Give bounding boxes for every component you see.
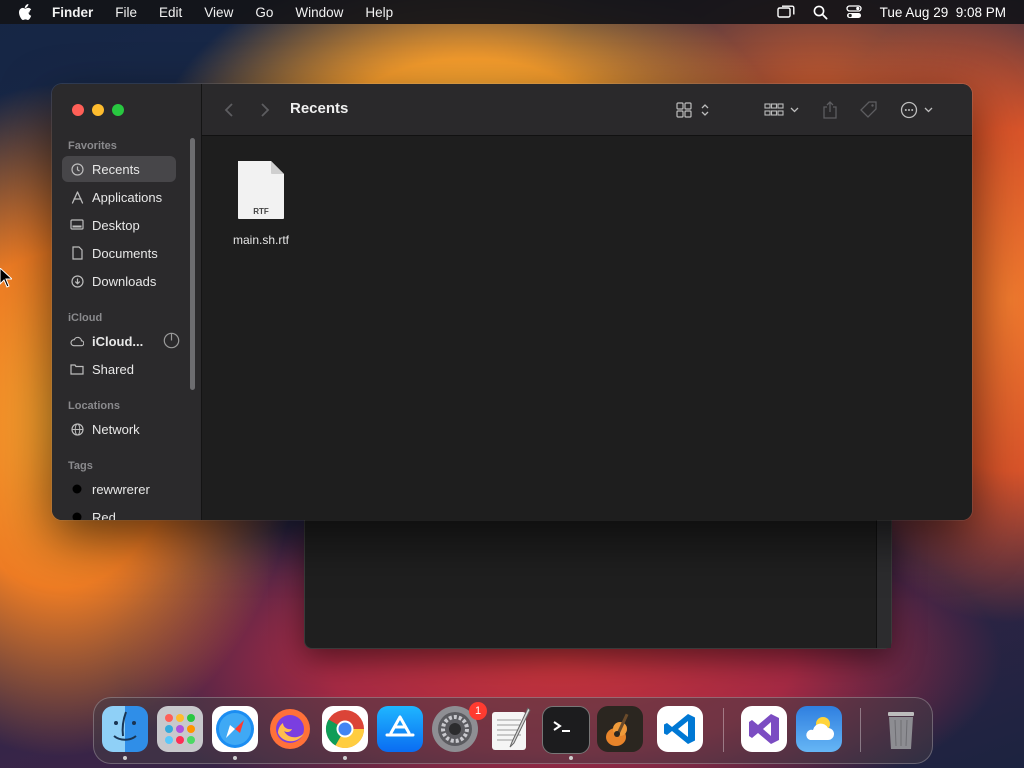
finder-sidebar: Favorites Recents Applications Desktop D… [52,84,202,520]
trash-icon[interactable] [878,706,924,752]
clock-icon [70,162,84,176]
spotlight-search-icon[interactable] [813,5,828,20]
menu-clock[interactable]: Tue Aug 29 9:08 PM [880,5,1006,20]
menu-app-name[interactable]: Finder [52,5,93,20]
file-item[interactable]: RTF main.sh.rtf [228,160,294,247]
firefox-icon[interactable] [267,706,313,752]
running-indicator [343,756,347,760]
tag-dot-icon [70,510,84,520]
sidebar-item-recents[interactable]: Recents [62,156,176,182]
sidebar-item-label: Desktop [92,217,140,233]
rtf-document-icon: RTF [238,161,284,219]
sidebar-item-documents[interactable]: Documents [62,240,176,266]
window-title: Recents [290,100,349,117]
sidebar-item-desktop[interactable]: Desktop [62,212,176,238]
mouse-pointer-icon [0,267,14,293]
locations-section-label: Locations [68,400,120,412]
running-indicator [233,756,237,760]
group-by-icon[interactable] [764,99,800,121]
dock-separator [860,708,861,752]
globe-icon [70,422,84,436]
sidebar-item-label: rewwrerer [92,481,150,497]
menu-help[interactable]: Help [365,5,393,20]
sidebar-item-applications[interactable]: Applications [62,184,176,210]
tags-section-label: Tags [68,460,93,472]
running-indicator [123,756,127,760]
zoom-button[interactable] [112,104,124,116]
control-center-icon[interactable] [846,5,862,19]
visual-studio-icon[interactable] [741,706,787,752]
safari-icon[interactable] [212,706,258,752]
finder-window: Favorites Recents Applications Desktop D… [52,84,972,520]
favorites-section-label: Favorites [68,140,117,152]
chrome-icon[interactable] [322,706,368,752]
tag-icon[interactable] [860,99,878,121]
download-icon [70,274,84,288]
desktop-icon [70,218,84,232]
menu-go[interactable]: Go [255,5,273,20]
sidebar-item-network[interactable]: Network [62,416,176,442]
finder-toolbar: Recents [202,84,972,136]
sidebar-item-icloud-drive[interactable]: iCloud... [62,328,180,354]
background-window-scrollbar [876,518,891,648]
document-icon [70,246,84,260]
sidebar-item-label: Network [92,421,140,437]
sidebar-item-shared[interactable]: Shared [62,356,176,382]
vscode-icon[interactable] [657,706,703,752]
svg-text:RTF: RTF [253,207,269,216]
sidebar-item-label: iCloud... [92,333,144,349]
background-window[interactable] [304,518,892,649]
menu-window[interactable]: Window [295,5,343,20]
minimize-button[interactable] [92,104,104,116]
cloud-icon [70,334,84,348]
sidebar-item-label: Red [92,509,116,521]
tag-dot-icon [70,482,84,496]
menu-view[interactable]: View [204,5,233,20]
window-controls [72,104,124,116]
menu-bar: Finder File Edit View Go Window Help Tue… [0,0,1024,24]
sidebar-item-label: Recents [92,161,140,177]
screen-mirroring-icon[interactable] [776,5,795,19]
sync-progress-icon [163,332,180,352]
notification-badge: 1 [469,702,487,720]
sidebar-item-tag-red[interactable]: Red [62,504,176,520]
sidebar-item-label: Shared [92,361,134,377]
menu-edit[interactable]: Edit [159,5,182,20]
terminal-icon[interactable] [542,706,590,754]
applications-icon [70,190,84,204]
apple-menu-icon[interactable] [18,4,34,20]
dock-separator [723,708,724,752]
finder-icon[interactable] [102,706,148,752]
close-button[interactable] [72,104,84,116]
dock: 1 [93,697,933,764]
launchpad-icon[interactable] [157,706,203,752]
weather-icon[interactable] [796,706,842,752]
share-icon[interactable] [822,99,838,121]
sidebar-scrollbar[interactable] [190,138,195,390]
shared-folder-icon [70,362,84,376]
icloud-section-label: iCloud [68,312,103,324]
sidebar-item-label: Applications [92,189,163,205]
textedit-icon[interactable] [487,706,533,752]
more-actions-icon[interactable] [900,99,936,121]
sidebar-item-label: Documents [92,245,158,261]
sidebar-item-tag-rewwrerer[interactable]: rewwrerer [62,476,176,502]
running-indicator [569,756,573,760]
sidebar-item-label: Downloads [92,273,157,289]
back-icon[interactable] [224,99,234,121]
forward-icon[interactable] [260,99,270,121]
sidebar-item-downloads[interactable]: Downloads [62,268,176,294]
garageband-icon[interactable] [597,706,643,752]
file-name: main.sh.rtf [232,233,289,247]
view-mode-icon[interactable] [676,99,712,121]
menu-file[interactable]: File [115,5,137,20]
app-store-icon[interactable] [377,706,423,752]
file-browser-area[interactable]: RTF main.sh.rtf [202,136,972,520]
